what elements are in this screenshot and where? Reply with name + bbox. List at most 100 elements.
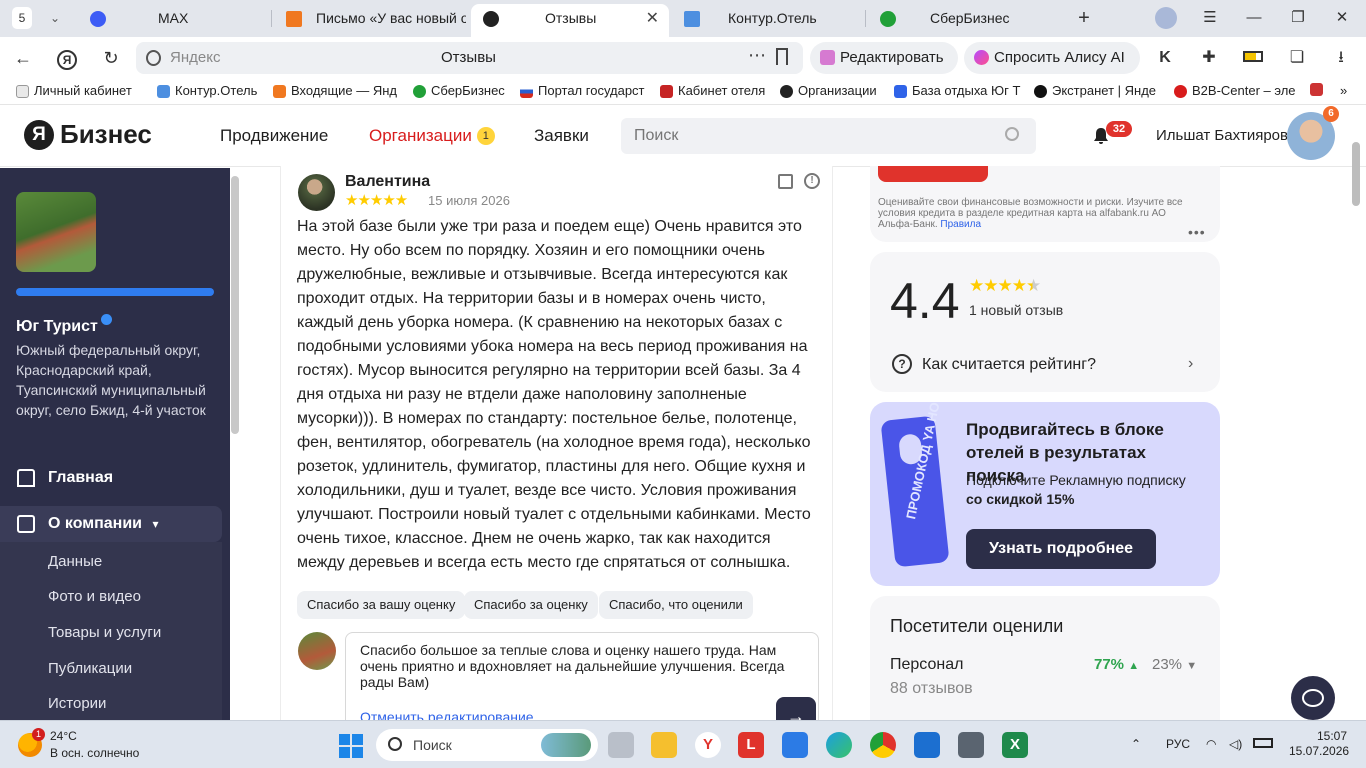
search-input[interactable] xyxy=(621,118,1036,154)
edit-checkbox-icon[interactable] xyxy=(778,174,793,189)
ask-alice-label: Спросить Алису AI xyxy=(994,49,1125,66)
user-name[interactable]: Ильшат Бахтияров xyxy=(1156,127,1288,144)
bookmark-icon[interactable] xyxy=(776,48,788,65)
thumbs-up-icon: ▲ xyxy=(1128,660,1140,672)
sidebar-subitem-goods[interactable]: Товары и услуги xyxy=(48,624,161,641)
ask-alice-button[interactable]: Спросить Алису AI xyxy=(964,42,1140,74)
windows-start-icon[interactable] xyxy=(339,734,363,758)
battery-icon[interactable] xyxy=(1253,737,1273,751)
bookmark-item[interactable] xyxy=(1310,83,1323,99)
collections-icon[interactable]: ❏ xyxy=(1287,48,1307,68)
clock[interactable]: 15:07 15.07.2026 xyxy=(1289,729,1349,759)
close-window-icon[interactable]: ✕ xyxy=(1327,4,1357,32)
tab-sber[interactable]: СберБизнес xyxy=(868,4,1058,33)
bookmark-item[interactable]: Портал государст xyxy=(520,83,645,98)
bookmark-item[interactable]: СберБизнес xyxy=(413,83,505,98)
tab-max[interactable]: MAX xyxy=(78,4,268,33)
search-highlight-image xyxy=(541,733,591,757)
avatar-badge: 6 xyxy=(1323,106,1339,122)
outlook-icon[interactable] xyxy=(914,732,940,758)
minimize-icon[interactable]: — xyxy=(1239,4,1269,32)
promo-discount: со скидкой 15% xyxy=(966,491,1075,507)
bookmark-item[interactable]: B2B-Center – эле xyxy=(1174,83,1296,98)
menu-icon[interactable]: ☰ xyxy=(1195,4,1225,32)
bookmark-item[interactable]: Кабинет отеля xyxy=(660,83,765,98)
tray-chevron-icon[interactable]: ⌃ xyxy=(1131,737,1141,751)
task-view-icon[interactable] xyxy=(608,732,634,758)
language-indicator[interactable]: РУС xyxy=(1166,737,1190,751)
bookmark-item[interactable]: Входящие — Янд xyxy=(273,83,397,98)
weather-description[interactable]: В осн. солнечно xyxy=(50,746,139,760)
tab-mail[interactable]: Письмо «У вас новый отз xyxy=(274,4,466,33)
rating-stars: ★★★★★ xyxy=(969,276,1041,295)
reload-icon[interactable]: ↻ xyxy=(98,45,124,71)
search-icon[interactable] xyxy=(1005,127,1019,141)
address-bar[interactable]: Яндекс Отзывы ⋯ xyxy=(136,42,803,74)
tabs-dropdown-icon[interactable]: ⌄ xyxy=(42,7,68,29)
bookmark-item[interactable]: Организации xyxy=(780,83,877,98)
sidebar-subitem-stories[interactable]: Истории xyxy=(48,695,106,712)
chevron-right-icon[interactable]: › xyxy=(1188,355,1193,373)
ad-rules-link[interactable]: Правила xyxy=(940,219,981,230)
bookmark-item[interactable]: Личный кабинет xyxy=(16,83,132,98)
quick-reply-chip[interactable]: Спасибо за вашу оценку xyxy=(297,591,466,619)
weather-temperature[interactable]: 24°C xyxy=(50,729,77,743)
nav-requests[interactable]: Заявки xyxy=(534,126,589,146)
wifi-icon[interactable]: ◠ xyxy=(1206,737,1216,751)
nav-organizations[interactable]: Организации 1 xyxy=(369,126,495,146)
page-scrollbar[interactable] xyxy=(1352,142,1360,206)
taskbar-search[interactable]: Поиск xyxy=(376,729,598,761)
security-shield-icon[interactable] xyxy=(146,50,161,66)
how-rating-link[interactable]: Как считается рейтинг? xyxy=(922,356,1096,374)
org-photo[interactable] xyxy=(16,192,96,272)
sidebar-subitem-photo[interactable]: Фото и видео xyxy=(48,588,141,605)
excel-icon[interactable]: X xyxy=(1002,732,1028,758)
bookmark-item[interactable]: Контур.Отель xyxy=(157,83,257,98)
nav-organizations-label: Организации xyxy=(369,126,472,145)
reply-text[interactable]: Спасибо большое за теплые слова и оценку… xyxy=(360,642,800,690)
chevron-down-icon: ▾ xyxy=(152,517,159,531)
calculator-icon[interactable] xyxy=(958,732,984,758)
tab-kontur[interactable]: Контур.Отель xyxy=(672,4,862,33)
profile-avatar-icon[interactable] xyxy=(1151,4,1181,32)
file-explorer-icon[interactable] xyxy=(651,732,677,758)
nav-promotion[interactable]: Продвижение xyxy=(220,126,328,146)
restore-icon[interactable]: ❐ xyxy=(1283,4,1313,32)
l-app-icon[interactable]: L xyxy=(738,732,764,758)
new-tab-plus-icon[interactable]: + xyxy=(1069,4,1099,32)
more-dots-icon[interactable]: ⋯ xyxy=(748,45,767,66)
more-bookmarks-icon[interactable]: » xyxy=(1340,83,1347,98)
tab-reviews[interactable]: Отзывы ✕ xyxy=(471,4,669,37)
back-arrow-icon[interactable]: ← xyxy=(10,45,36,71)
quick-reply-chip[interactable]: Спасибо за оценку xyxy=(464,591,598,619)
extensions-puzzle-icon[interactable]: ✚ xyxy=(1199,48,1219,68)
volume-icon[interactable]: ◁) xyxy=(1229,737,1242,751)
tab-count-button[interactable]: 5 xyxy=(12,7,32,29)
sidebar-item-about[interactable]: О компании ▾ xyxy=(0,506,222,542)
bookmark-item[interactable]: База отдыха Юг Т xyxy=(894,83,1020,98)
close-tab-icon[interactable]: ✕ xyxy=(646,4,659,33)
learn-more-button[interactable]: Узнать подробнее xyxy=(966,529,1156,569)
sidebar-subitem-data[interactable]: Данные xyxy=(48,553,102,570)
tab-label: MAX xyxy=(158,10,189,26)
sidebar-scrollbar[interactable] xyxy=(231,176,239,434)
quick-reply-chip[interactable]: Спасибо, что оценили xyxy=(599,591,753,619)
chrome-icon[interactable] xyxy=(870,732,896,758)
bookmark-item[interactable]: Экстранет | Янде xyxy=(1034,83,1156,98)
chat-button[interactable] xyxy=(1291,676,1335,720)
sidebar-subitem-publications[interactable]: Публикации xyxy=(48,660,132,677)
store-icon[interactable] xyxy=(782,732,808,758)
edit-button[interactable]: Редактировать xyxy=(810,42,958,74)
home-icon xyxy=(17,469,35,487)
report-icon[interactable]: ! xyxy=(804,173,820,189)
reply-textarea[interactable]: Спасибо большое за теплые слова и оценку… xyxy=(345,632,819,737)
ad-button[interactable] xyxy=(878,166,988,182)
battery-icon[interactable] xyxy=(1243,48,1263,68)
yandex-browser-icon[interactable]: Y xyxy=(695,732,721,758)
download-icon[interactable]: ⭳ xyxy=(1331,48,1351,68)
edge-icon[interactable] xyxy=(826,732,852,758)
yandex-home-icon[interactable]: Я xyxy=(54,45,80,71)
k-extension-icon[interactable]: K xyxy=(1155,48,1175,68)
ad-more-icon[interactable]: ••• xyxy=(1188,224,1206,240)
sidebar-item-home[interactable]: Главная xyxy=(0,460,222,496)
